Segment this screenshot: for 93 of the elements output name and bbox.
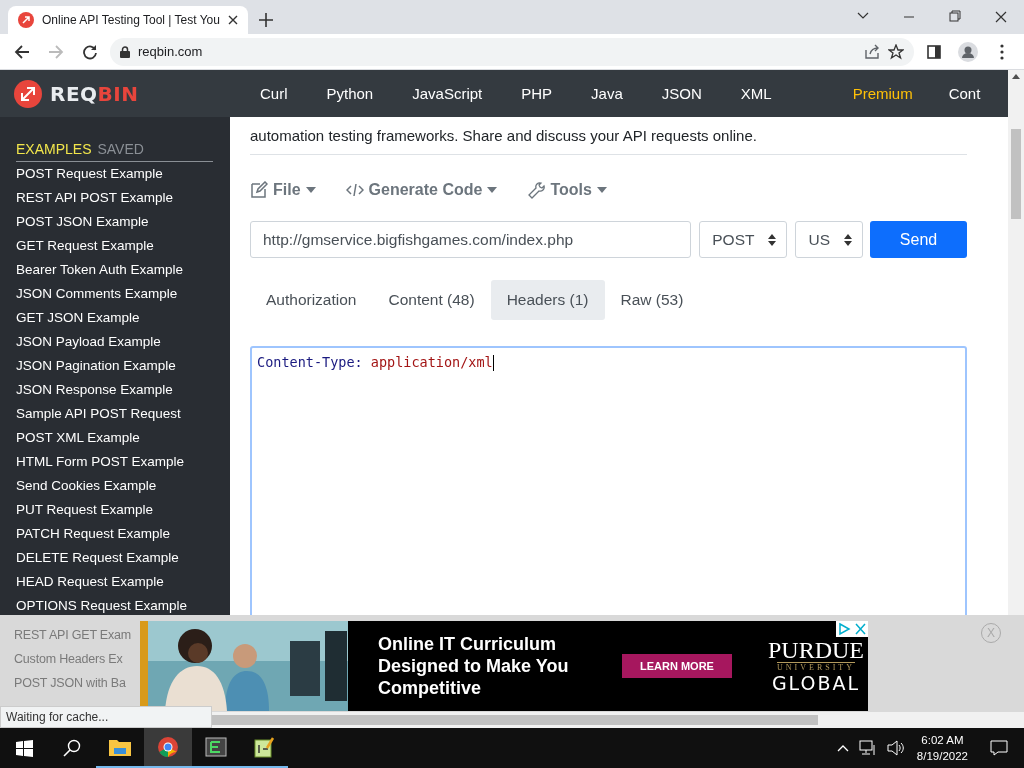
close-icon[interactable] <box>228 15 238 25</box>
nav-link[interactable]: Cont <box>948 85 981 102</box>
scrollbar-thumb[interactable] <box>1011 129 1021 219</box>
header-value: application/xml <box>370 354 493 370</box>
sidebar-item[interactable]: JSON Response Example <box>16 378 214 402</box>
sidebar-item[interactable]: POST Request Example <box>16 162 214 186</box>
status-text: Waiting for cache... <box>0 706 212 728</box>
sort-icon <box>768 233 777 246</box>
sidebar-item[interactable]: POST XML Example <box>16 426 214 450</box>
request-tab[interactable]: Headers (1) <box>490 280 605 320</box>
intro-text: automation testing frameworks. Share and discuss your API requests online. <box>250 117 967 155</box>
ad-headline: Online IT Curriculum Designed to Make You Competitive <box>378 633 570 699</box>
ad-banner[interactable]: Online IT Curriculum Designed to Make You Competitive LEARN MORE PURDUE UNIVERSITY GLOBAL <box>140 621 868 711</box>
star-icon[interactable] <box>888 43 904 60</box>
nav-link[interactable]: XML <box>740 85 772 102</box>
toolbar-dropdown[interactable]: File <box>250 181 316 199</box>
share-icon[interactable] <box>864 43 880 60</box>
nav-link[interactable]: Curl <box>260 85 288 102</box>
region-select[interactable]: US <box>795 221 863 258</box>
nav-link[interactable]: JSON <box>661 85 702 102</box>
network-icon[interactable] <box>858 740 877 756</box>
logo-text[interactable]: REQBIN <box>50 81 139 106</box>
notification-icon[interactable] <box>990 740 1008 756</box>
sidebar-item[interactable]: REST API POST Example <box>16 186 214 210</box>
chevron-up-icon[interactable] <box>836 744 849 752</box>
search-icon[interactable] <box>63 739 81 757</box>
nav-link[interactable]: Premium <box>852 85 913 102</box>
sidebar-item[interactable]: GET Request Example <box>16 234 214 258</box>
lock-icon <box>120 45 130 58</box>
favicon-icon <box>18 12 34 28</box>
nav-link[interactable]: Java <box>591 85 623 102</box>
clock[interactable]: 6:02 AM 8/19/2022 <box>916 732 968 764</box>
sidebar-item[interactable]: Sample API POST Request <box>16 402 214 426</box>
tab-title: Online API Testing Tool | Test You <box>42 13 220 27</box>
sidebar-item[interactable]: Bearer Token Auth Example <box>16 258 214 282</box>
reload-icon[interactable] <box>82 43 98 60</box>
terminal-icon <box>205 737 227 757</box>
caret-icon <box>487 187 498 193</box>
windows-icon[interactable] <box>15 739 33 757</box>
method-select[interactable]: POST <box>699 221 788 258</box>
request-tab[interactable]: Authorization <box>250 280 373 320</box>
code-icon <box>345 183 364 197</box>
send-button[interactable]: Send <box>870 221 967 258</box>
sidebar-item[interactable]: JSON Comments Example <box>16 282 214 306</box>
sidebar-item[interactable]: PATCH Request Example <box>16 522 214 546</box>
sidebar-tab[interactable]: SAVED <box>97 141 144 157</box>
nav-link[interactable]: Python <box>326 85 374 102</box>
toolbar-dropdown[interactable]: Generate Code <box>345 181 498 199</box>
sidebar-item[interactable]: JSON Payload Example <box>16 330 214 354</box>
sidebar-tab[interactable]: EXAMPLES <box>16 141 92 157</box>
sidebar-item[interactable]: GET JSON Example <box>16 306 214 330</box>
sort-icon <box>844 233 852 246</box>
clock-date: 8/19/2022 <box>916 749 968 764</box>
sidebar-item[interactable]: POST JSON Example <box>16 210 214 234</box>
folder-icon <box>108 737 132 757</box>
clock-time: 6:02 AM <box>921 733 964 748</box>
caret-icon <box>596 187 607 193</box>
scrollbar-thumb[interactable] <box>212 715 818 725</box>
address-bar[interactable]: reqbin.com <box>110 37 914 66</box>
browser-tab[interactable]: Online API Testing Tool | Test You <box>8 6 248 34</box>
logo-text: GLOBAL <box>771 672 861 694</box>
sidebar-item[interactable]: Send Cookies Example <box>16 474 214 498</box>
profile-icon[interactable] <box>958 41 978 62</box>
sidebar-item[interactable]: HEAD Request Example <box>16 570 214 594</box>
edit-icon <box>250 181 268 199</box>
chrome-icon <box>157 736 179 758</box>
back-icon[interactable] <box>14 43 30 60</box>
learn-more-button[interactable]: LEARN MORE <box>622 654 732 678</box>
sidebar-item[interactable]: PUT Request Example <box>16 498 214 522</box>
sidebar-item[interactable]: DELETE Request Example <box>16 546 214 570</box>
header-name: Content-Type: <box>257 354 363 370</box>
ad-choices-icon[interactable] <box>836 621 868 637</box>
taskbar-app[interactable] <box>144 728 192 768</box>
nav-link[interactable]: JavaScript <box>412 85 483 102</box>
logo-text: UNIVERSITY <box>777 662 855 672</box>
sidebar-item[interactable]: OPTIONS Request Example <box>16 594 214 618</box>
side-panel-icon[interactable] <box>927 44 941 59</box>
request-tab[interactable]: Raw (53) <box>604 280 700 320</box>
sidebar-item[interactable]: JSON Pagination Example <box>16 354 214 378</box>
logo-text: PURDUE <box>768 638 864 662</box>
new-tab-icon[interactable] <box>259 13 273 27</box>
scroll-up-icon[interactable] <box>1012 74 1020 79</box>
caret-icon <box>305 187 316 193</box>
nav-link[interactable]: PHP <box>521 85 553 102</box>
volume-icon[interactable] <box>886 740 905 756</box>
wrench-icon <box>527 181 546 199</box>
notepad-icon <box>253 736 275 758</box>
menu-icon[interactable] <box>1000 43 1004 60</box>
url-field[interactable]: http://gmservice.bigfishgames.com/index.php <box>250 221 692 258</box>
sidebar-item[interactable]: HTML Form POST Example <box>16 450 214 474</box>
request-tab[interactable]: Content (48) <box>372 280 491 320</box>
toolbar-dropdown[interactable]: Tools <box>527 181 607 199</box>
logo-icon[interactable] <box>14 79 42 108</box>
